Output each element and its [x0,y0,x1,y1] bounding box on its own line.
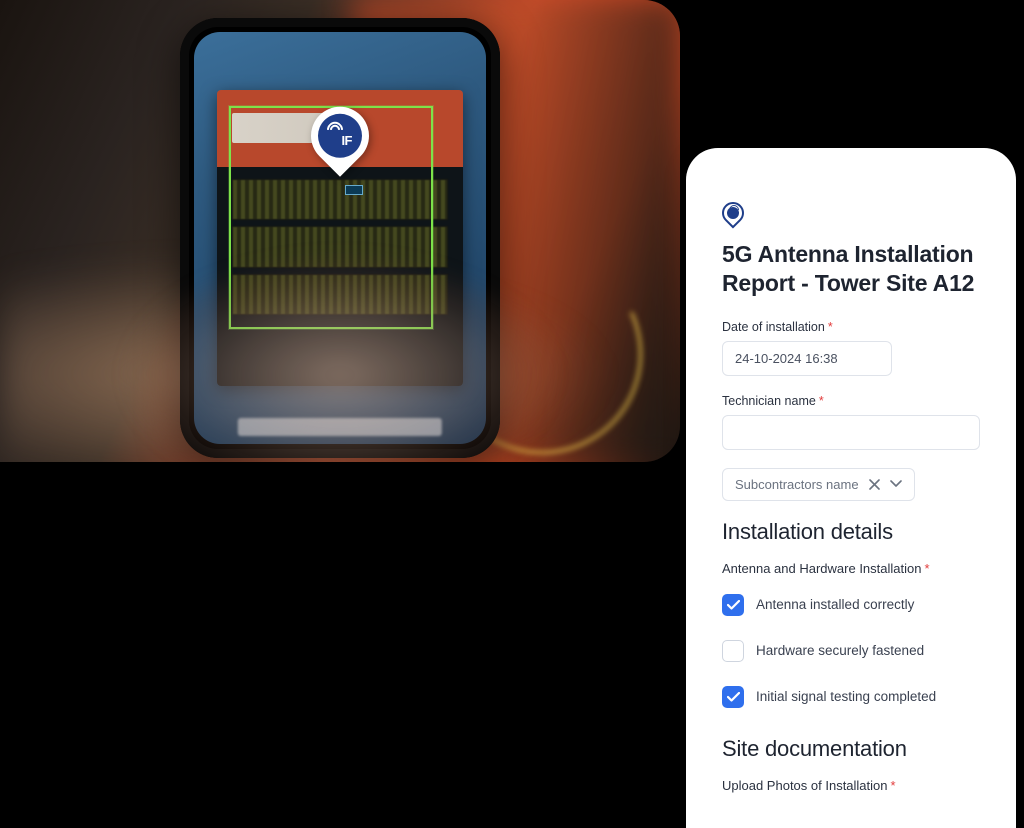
checkbox-icon [722,640,744,662]
section-site-documentation: Site documentation [722,736,980,762]
hardware-install-label-text: Antenna and Hardware Installation [722,561,921,576]
checkbox-hardware-fastened[interactable]: Hardware securely fastened [722,640,980,662]
phone-screen: IF [194,32,486,444]
form-title: 5G Antenna Installation Report - Tower S… [722,240,980,298]
close-icon[interactable] [869,479,880,490]
required-asterisk: * [828,320,833,334]
phone-bottom-bar [238,418,442,436]
checkbox-label: Initial signal testing completed [756,689,936,704]
field-date: Date of installation* [722,320,980,376]
field-subcontractor: Subcontractors name [722,468,980,501]
checkbox-antenna-installed[interactable]: Antenna installed correctly [722,594,980,616]
date-input[interactable] [722,341,892,376]
section-installation-details: Installation details [722,519,980,545]
technician-label-text: Technician name [722,394,816,408]
ar-map-pin: IF [311,107,369,179]
field-technician: Technician name* [722,394,980,450]
hardware-install-label: Antenna and Hardware Installation* [722,561,980,576]
checkbox-label: Hardware securely fastened [756,643,924,658]
date-label-text: Date of installation [722,320,825,334]
brand-pin-icon [722,202,746,230]
checkbox-signal-testing[interactable]: Initial signal testing completed [722,686,980,708]
phone-device: IF [180,18,500,458]
upload-photos-label-text: Upload Photos of Installation [722,778,888,793]
chevron-down-icon[interactable] [890,480,902,488]
form-card: 5G Antenna Installation Report - Tower S… [686,148,1016,828]
pin-inner: IF [318,114,362,158]
subcontractor-chip-label: Subcontractors name [735,477,859,492]
subcontractor-select[interactable]: Subcontractors name [722,468,915,501]
date-label: Date of installation* [722,320,980,334]
checkbox-label: Antenna installed correctly [756,597,914,612]
checkbox-icon [722,594,744,616]
required-asterisk: * [819,394,824,408]
background-photo: IF [0,0,680,462]
technician-label: Technician name* [722,394,980,408]
checkbox-icon [722,686,744,708]
required-asterisk: * [924,561,929,576]
pin-logo-text: IF [341,133,352,148]
required-asterisk: * [891,778,896,793]
upload-photos-label: Upload Photos of Installation* [722,778,980,793]
technician-input[interactable] [722,415,980,450]
